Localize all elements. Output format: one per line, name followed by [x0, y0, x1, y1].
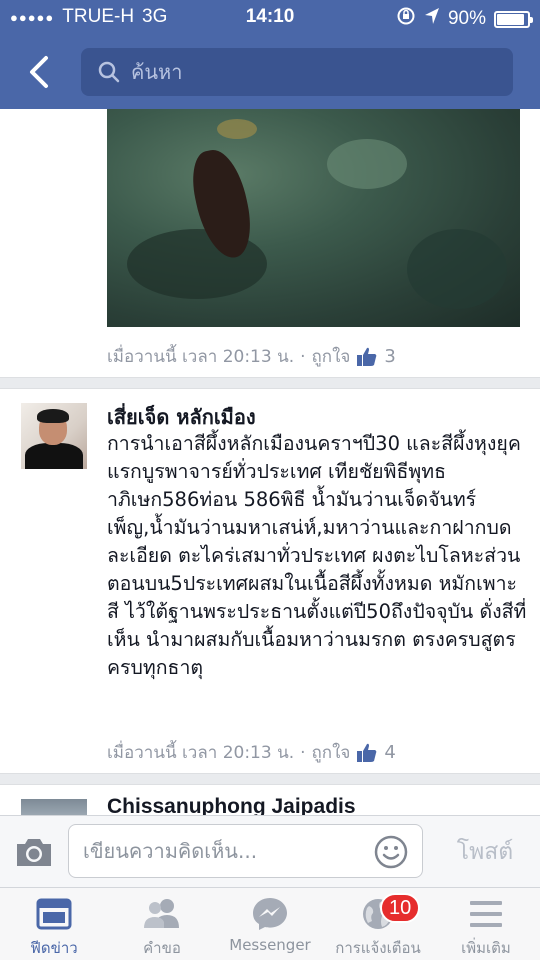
like-count[interactable]: 3	[384, 346, 395, 367]
post-comment-button[interactable]: โพสต์	[440, 834, 530, 870]
status-bar: ●●●●● TRUE-H 3G 14:10 90%	[0, 0, 540, 36]
messenger-icon	[253, 898, 287, 930]
post-meta: เมื่อวานนี้ เวลา 20:13 น. · ถูกใจ 4	[107, 739, 396, 766]
post-author-name[interactable]: Chissanuphong Jaipadis	[107, 795, 356, 815]
menu-icon	[470, 901, 502, 927]
tab-more[interactable]: เพิ่มเติม	[432, 888, 540, 961]
camera-button[interactable]	[14, 834, 54, 870]
post-divider	[0, 377, 540, 389]
tab-messenger[interactable]: Messenger	[216, 888, 324, 961]
thumbs-up-icon	[357, 347, 377, 366]
tab-friend-requests[interactable]: คำขอ	[108, 888, 216, 961]
post-timestamp[interactable]: เมื่อวานนี้ เวลา 20:13 น.	[107, 739, 294, 766]
post-author-name[interactable]: เสี่ยเจ็ด หลักเมือง	[107, 401, 256, 433]
sticker-button[interactable]	[374, 835, 408, 869]
location-arrow-icon	[424, 7, 440, 31]
post-divider	[0, 773, 540, 785]
like-button[interactable]: ถูกใจ	[312, 343, 351, 370]
meta-separator: ·	[300, 346, 306, 367]
thumbs-up-icon	[357, 743, 377, 762]
search-icon	[98, 61, 120, 83]
tab-label: คำขอ	[143, 939, 181, 957]
avatar[interactable]	[21, 799, 87, 815]
comment-composer: โพสต์	[0, 815, 540, 887]
rotation-lock-icon	[396, 6, 416, 32]
camera-icon	[17, 839, 51, 866]
post-text: การนำเอาสีผึ้งหลักเมืองนคราฯปี30 และสีผึ…	[107, 432, 527, 679]
tab-label: เพิ่มเติม	[461, 939, 511, 957]
search-box[interactable]	[81, 48, 513, 96]
tab-label: การแจ้งเตือน	[335, 939, 421, 957]
tab-label: ฟีดข่าว	[30, 939, 78, 957]
comment-input[interactable]	[83, 835, 373, 867]
back-button[interactable]	[18, 50, 58, 94]
search-input[interactable]	[131, 60, 491, 84]
top-nav-bar	[0, 36, 540, 109]
battery-percent: 90%	[447, 8, 486, 29]
avatar[interactable]	[21, 403, 87, 469]
chevron-left-icon	[30, 56, 48, 88]
post-photo[interactable]	[107, 109, 520, 327]
news-feed-icon	[36, 898, 72, 930]
post-timestamp[interactable]: เมื่อวานนี้ เวลา 20:13 น.	[107, 343, 294, 370]
post-meta: เมื่อวานนี้ เวลา 20:13 น. · ถูกใจ 3	[107, 343, 396, 370]
notification-badge: 10	[380, 893, 421, 923]
smiley-icon	[374, 835, 408, 869]
news-feed[interactable]: เมื่อวานนี้ เวลา 20:13 น. · ถูกใจ 3 เสี่…	[0, 109, 540, 815]
tab-notifications[interactable]: 10 การแจ้งเตือน	[324, 888, 432, 961]
meta-separator: ·	[300, 742, 306, 763]
like-button[interactable]: ถูกใจ	[312, 739, 351, 766]
friend-requests-icon	[144, 899, 179, 928]
comment-field[interactable]	[68, 824, 423, 878]
bottom-tab-bar: ฟีดข่าว คำขอ Messenger 10 การแจ้งเตือน เ…	[0, 887, 540, 960]
like-count[interactable]: 4	[384, 742, 395, 763]
tab-news-feed[interactable]: ฟีดข่าว	[0, 888, 108, 961]
tab-label: Messenger	[229, 936, 311, 954]
battery-icon	[494, 10, 533, 28]
